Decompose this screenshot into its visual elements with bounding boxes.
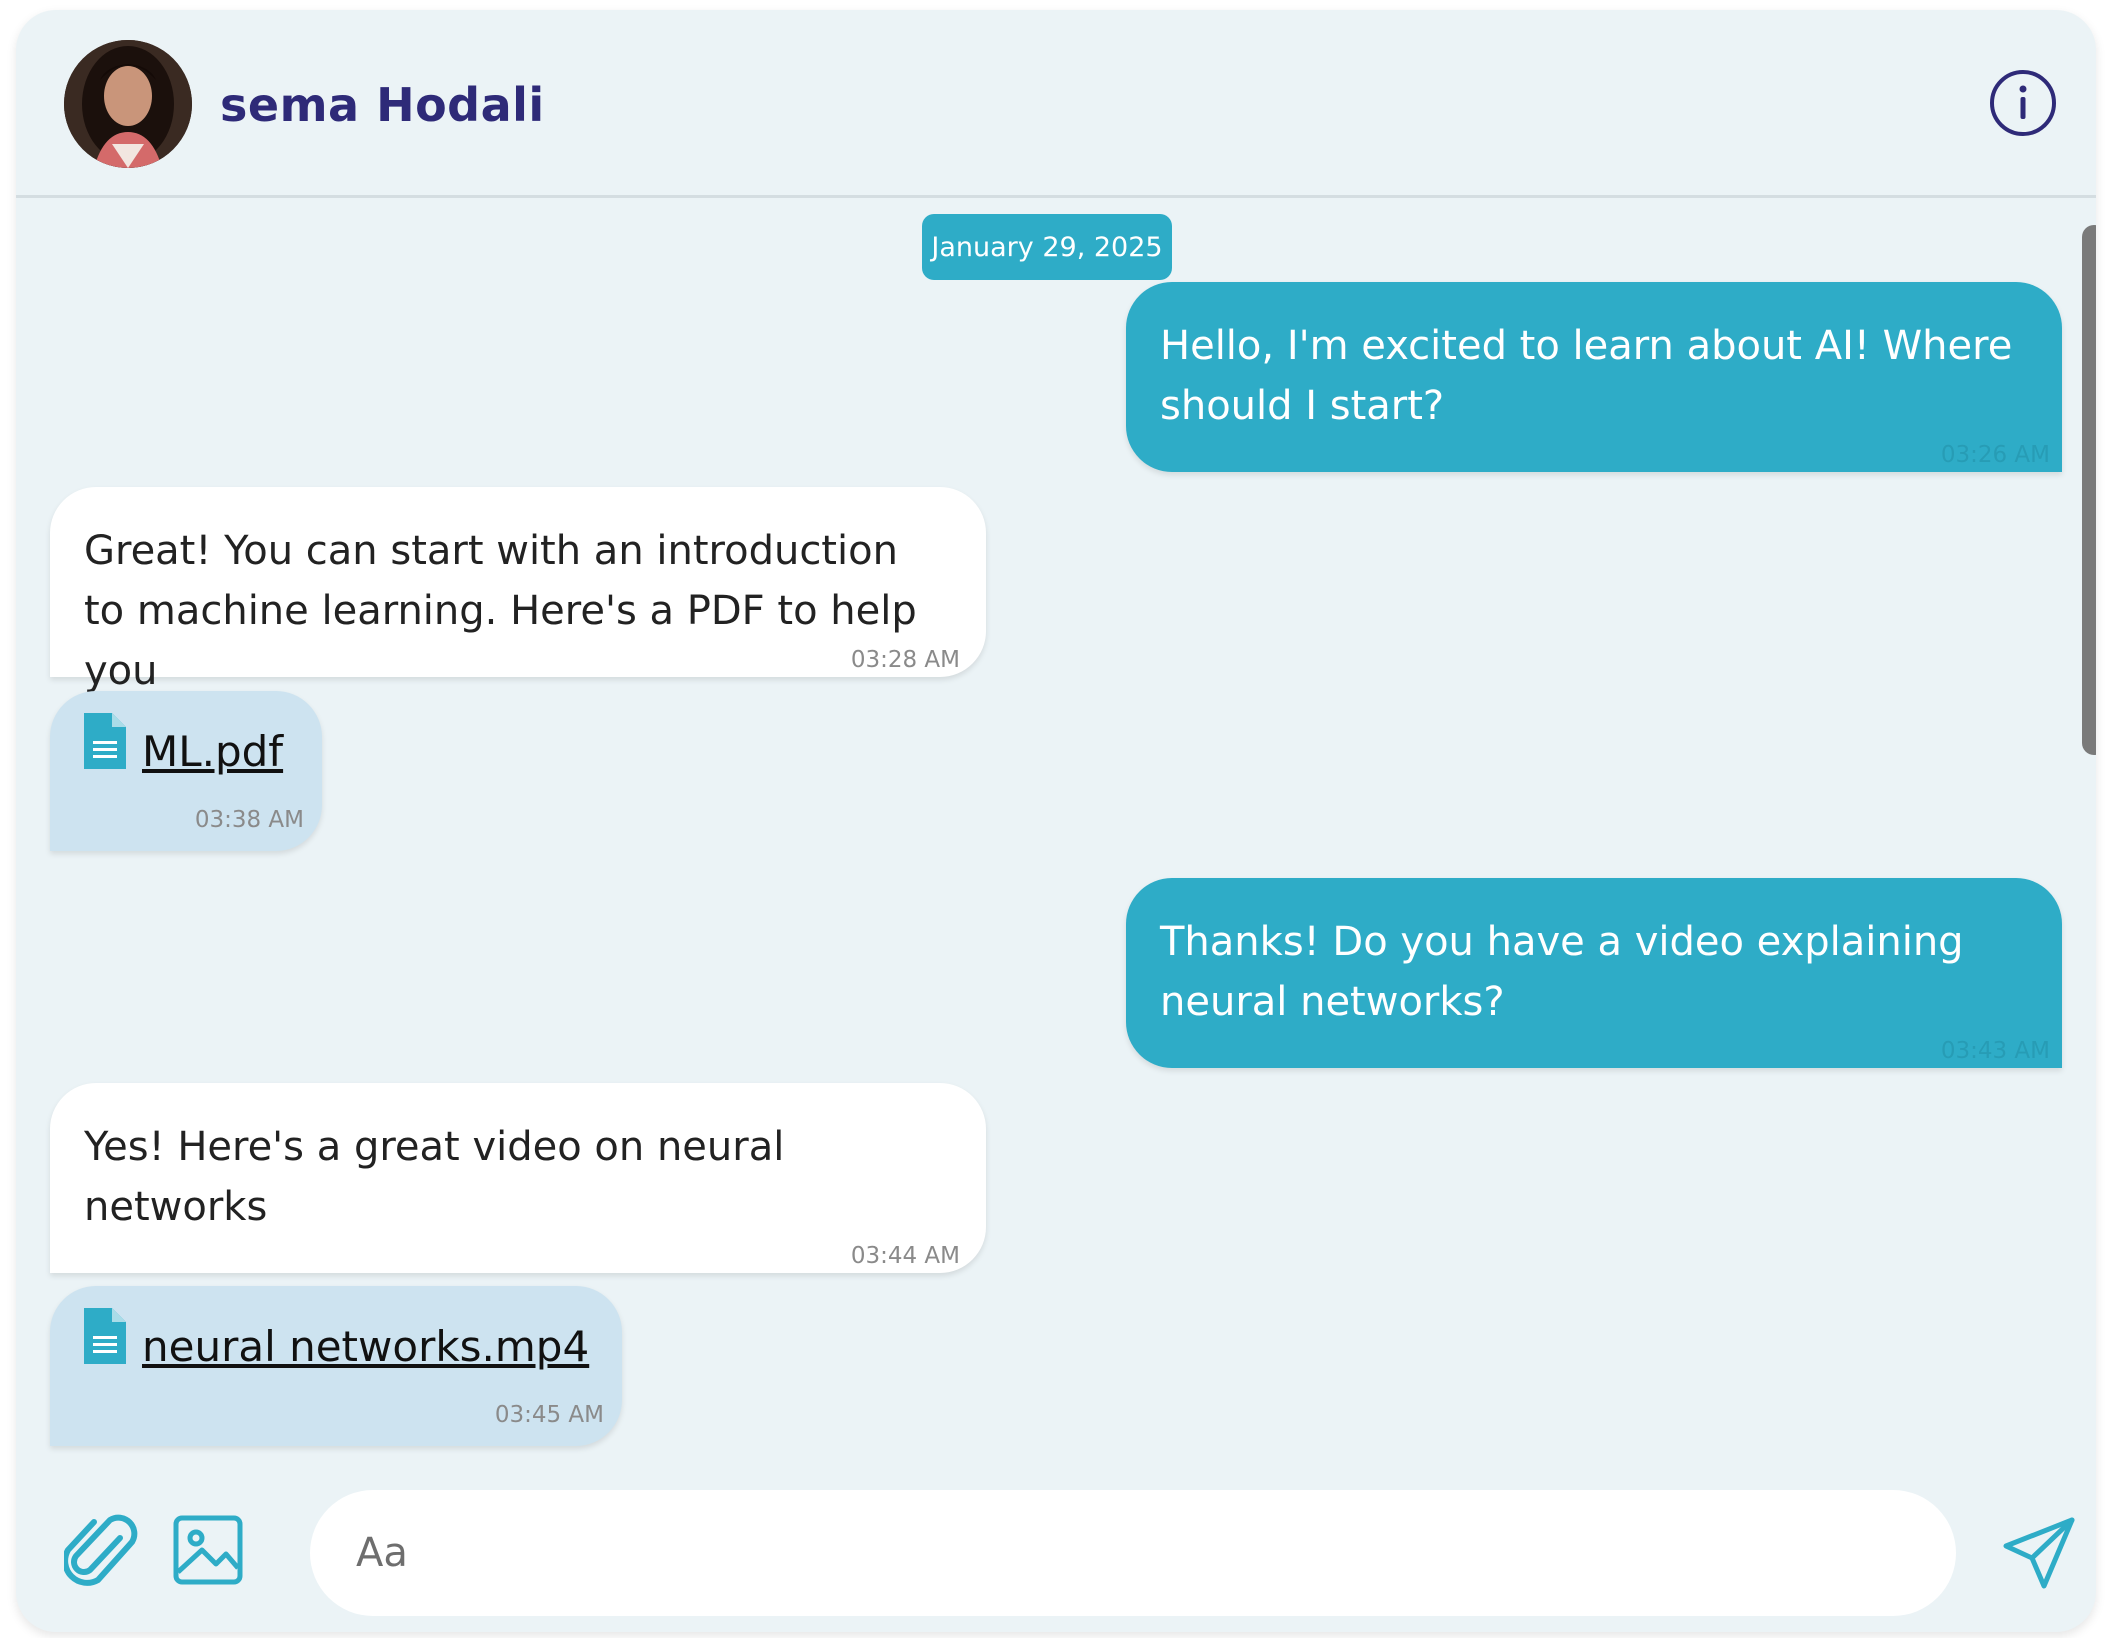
send-icon[interactable] <box>2002 1516 2076 1590</box>
image-icon[interactable] <box>172 1514 244 1586</box>
contact-name: sema Hodali <box>220 78 545 132</box>
scrollbar-thumb[interactable] <box>2082 225 2096 755</box>
message-bubble-sent[interactable]: Thanks! Do you have a video explaining n… <box>1126 878 2062 1068</box>
message-text: Yes! Here's a great video on neural netw… <box>84 1124 785 1230</box>
composer <box>16 1456 2096 1632</box>
date-divider: January 29, 2025 <box>922 214 1172 280</box>
message-timestamp: 03:28 AM <box>850 647 960 673</box>
message-text: Great! You can start with an introductio… <box>84 528 917 694</box>
chat-window: sema Hodali January 29, 2025 Hello, I'm … <box>16 10 2096 1632</box>
message-bubble-sent[interactable]: Hello, I'm excited to learn about AI! Wh… <box>1126 282 2062 472</box>
message-bubble-received[interactable]: Great! You can start with an introductio… <box>50 487 986 694</box>
message-timestamp: 03:45 AM <box>494 1402 604 1428</box>
message-timestamp: 03:26 AM <box>1940 442 2050 468</box>
message-list[interactable]: January 29, 2025 Hello, I'm excited to l… <box>16 201 2096 1451</box>
message-text: Thanks! Do you have a video explaining n… <box>1160 919 1964 1025</box>
file-attachment[interactable]: neural networks.mp4 03:45 AM <box>50 1286 622 1446</box>
document-icon <box>84 713 126 769</box>
document-icon <box>84 1308 126 1364</box>
message-timestamp: 03:43 AM <box>1940 1038 2050 1064</box>
chat-header: sema Hodali <box>16 10 2096 198</box>
file-link[interactable]: ML.pdf <box>142 727 283 776</box>
message-text: Hello, I'm excited to learn about AI! Wh… <box>1160 323 2013 429</box>
message-bubble-received[interactable]: Yes! Here's a great video on neural netw… <box>50 1083 986 1273</box>
paperclip-icon[interactable] <box>62 1512 140 1596</box>
info-icon[interactable] <box>1988 68 2058 138</box>
file-attachment[interactable]: ML.pdf 03:38 AM <box>50 691 322 851</box>
message-timestamp: 03:38 AM <box>194 807 304 833</box>
avatar[interactable] <box>64 40 192 168</box>
file-link[interactable]: neural networks.mp4 <box>142 1322 589 1371</box>
message-timestamp: 03:44 AM <box>850 1243 960 1269</box>
message-input[interactable] <box>310 1490 1956 1616</box>
